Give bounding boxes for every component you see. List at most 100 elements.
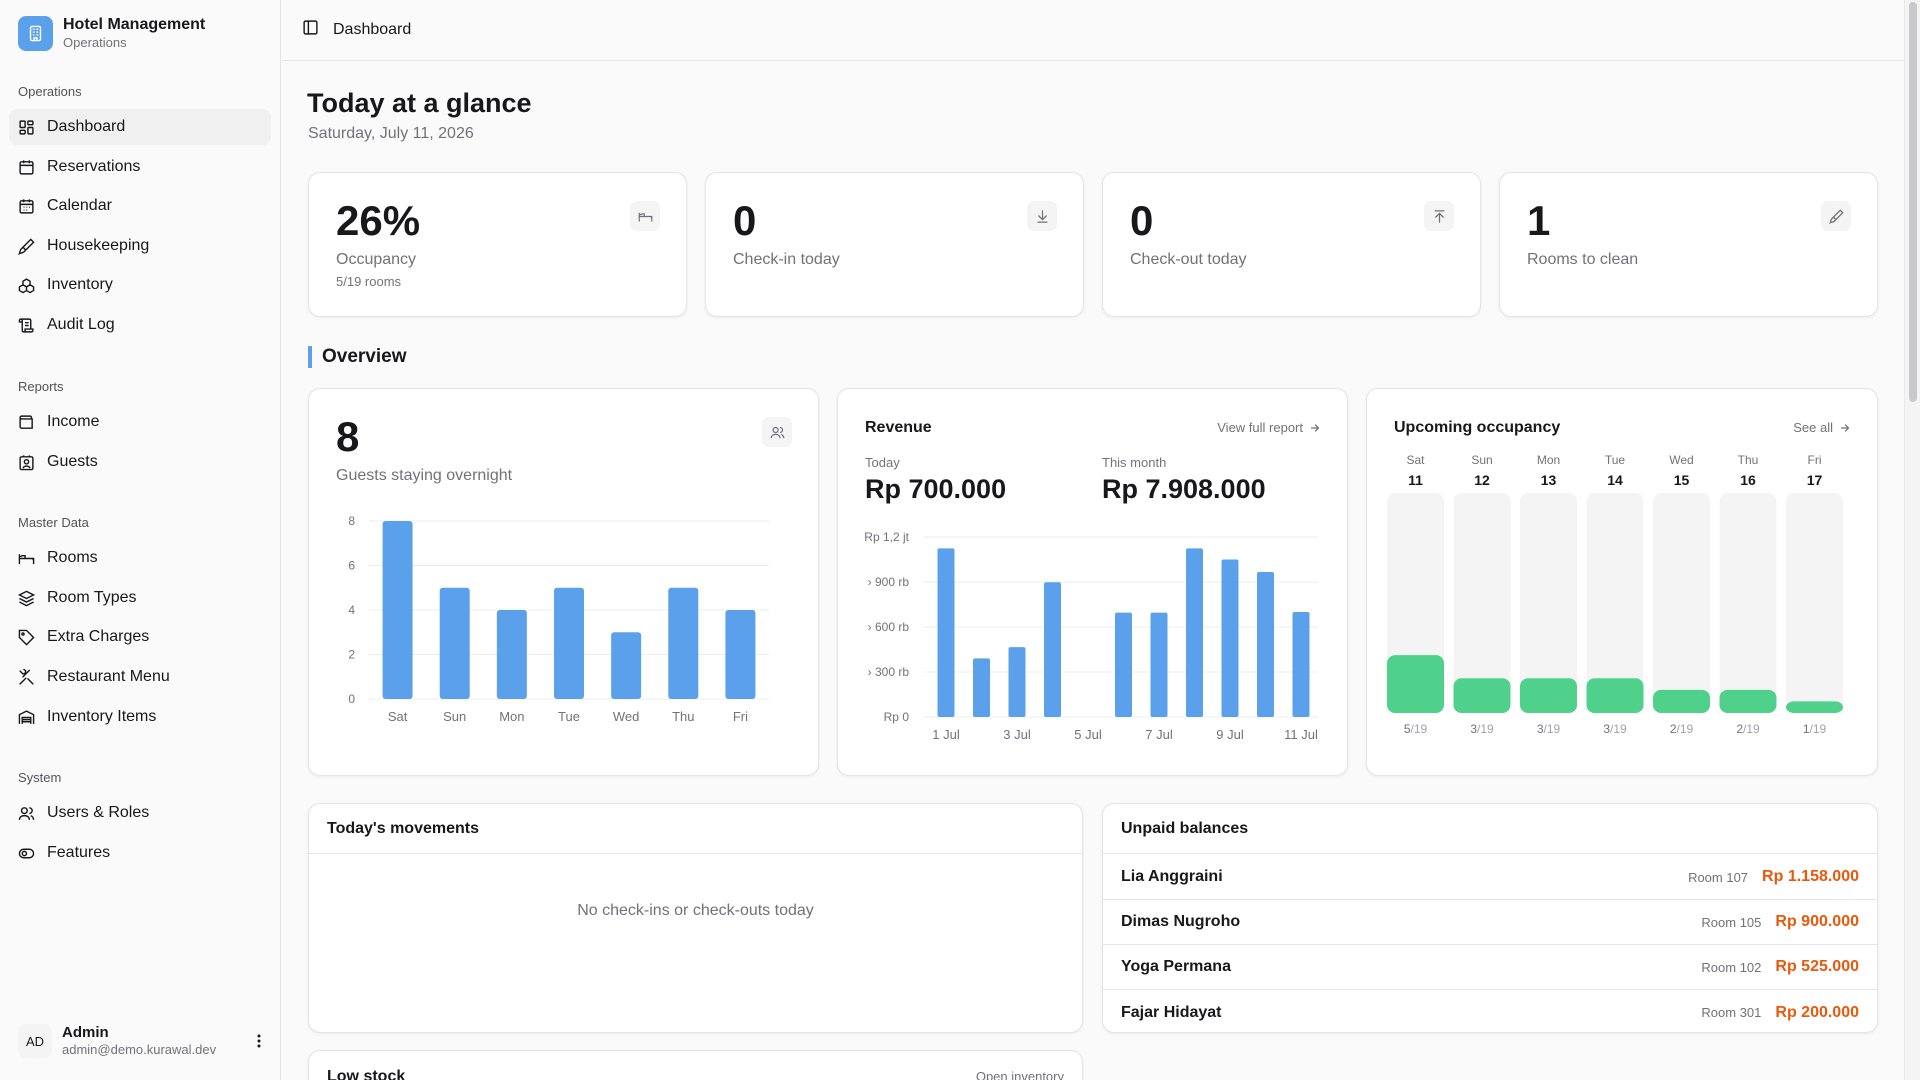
dashboard-icon [19,119,34,135]
balance-row[interactable]: Yoga Permana Room 102 Rp 525.000 [1103,945,1877,990]
balance-row[interactable]: Dimas Nugroho Room 105 Rp 900.000 [1103,900,1877,945]
sidebar-item-reservations[interactable]: Reservations [9,149,271,185]
low-stock-title: Low stock [327,1068,406,1080]
scroll-icon [18,317,34,333]
occupancy-track [1653,493,1710,713]
view-full-report-label: View full report [1217,420,1303,435]
bar [1186,548,1203,717]
wallet-icon [19,414,33,429]
y-tick-label: Rp 0 [884,710,910,724]
x-tick-label: 1 Jul [932,727,960,742]
revenue-chart: Rp 0 › 300 rb › 600 rb › 900 rb Rp 1,2 jt 1 J… [864,530,1318,742]
x-tick-label: Sun [443,709,466,724]
tag-icon [18,629,35,646]
balance-amount: Rp 525.000 [1775,958,1859,975]
users-icon [18,806,35,820]
balance-guest-name: Fajar Hidayat [1121,1003,1222,1021]
sidebar-item-users-roles[interactable]: Users & Roles [9,795,271,831]
sidebar-item-extra-charges[interactable]: Extra Charges [9,619,271,655]
sidebar-item-label: Housekeeping [47,237,150,254]
arrow-right-icon [1310,423,1320,432]
sidebar-item-label: Guests [47,453,98,470]
day-date-label: 17 [1807,472,1823,488]
stat-card-rooms-to-clean: 1 Rooms to clean [1499,172,1878,317]
occupancy-count-label: 2/19 [1670,722,1694,736]
nav-group-system: System [18,770,62,785]
scrollbar[interactable] [1904,0,1920,1080]
scrollbar-thumb[interactable] [1909,2,1917,402]
occupancy-bar [1453,678,1511,713]
balance-row[interactable]: Lia Anggraini Room 107 Rp 1.158.000 [1103,855,1877,900]
bar [382,521,413,699]
guests-label: Guests staying overnight [336,467,513,484]
stat-value: 0 [733,197,757,244]
more-vertical-icon[interactable] [250,1032,268,1050]
occupancy-count-label: 3/19 [1603,722,1627,736]
sidebar-item-label: Calendar [47,197,112,214]
day-of-week-label: Sun [1471,453,1492,467]
see-all-label: See all [1793,420,1833,435]
occupancy-bar [1520,678,1577,713]
bar [1044,582,1061,717]
x-tick-label: 3 Jul [1003,727,1031,742]
bar [496,610,527,699]
balance-amount: Rp 200.000 [1775,1003,1859,1021]
occupancy-count-label: 5/19 [1404,722,1428,736]
see-all-link[interactable]: See all [1793,420,1851,435]
sidebar-item-room-types[interactable]: Room Types [9,580,271,616]
movements-empty: No check-ins or check-outs today [577,902,814,919]
sidebar-item-features[interactable]: Features [9,835,271,871]
sidebar-item-rooms[interactable]: Rooms [9,540,271,576]
utensils-icon [19,668,34,685]
day-of-week-label: Wed [1669,453,1693,467]
revenue-today-value: Rp 700.000 [865,474,1007,504]
warehouse-icon [18,709,35,724]
guests-card: 8 Guests staying overnight 0 2 4 6 8 Sat Sun Mo… [308,388,819,776]
bar [1221,559,1239,717]
low-stock-card: Low stock Open inventory [308,1050,1083,1080]
sidebar-item-dashboard[interactable]: Dashboard [9,109,271,145]
sidebar-item-guests[interactable]: Guests [9,444,271,480]
bar [1150,612,1168,717]
sidebar: Hotel Management Operations Operations D… [0,0,281,1080]
balance-amount: Rp 1.158.000 [1762,868,1859,885]
occupancy-bar [1719,689,1777,713]
bar [1008,647,1026,717]
day-of-week-label: Sat [1406,453,1425,467]
sidebar-item-inventory[interactable]: Inventory [9,267,271,303]
calendar-icon [19,198,34,214]
stat-label: Check-out today [1130,251,1247,268]
day-date-label: 11 [1408,472,1423,488]
user-name: Admin [62,1024,109,1041]
sidebar-item-calendar[interactable]: Calendar [9,188,271,224]
sidebar-item-audit-log[interactable]: Audit Log [9,307,271,343]
y-tick-label: › 600 rb [868,620,910,634]
contact-icon [19,454,34,470]
toggle-icon [18,848,35,858]
occupancy-title: Upcoming occupancy [1394,419,1561,436]
bed-icon [630,201,660,231]
balance-row[interactable]: Fajar Hidayat Room 301 Rp 200.000 [1103,990,1877,1035]
open-inventory-link[interactable]: Open inventory [976,1069,1064,1080]
nav-group-master-data: Master Data [18,515,89,530]
revenue-today-label: Today [865,455,900,470]
occupancy-track [1786,493,1843,713]
stat-value: 1 [1527,197,1551,244]
brand[interactable]: Hotel Management Operations [18,15,205,51]
sidebar-item-housekeeping[interactable]: Housekeeping [9,228,271,264]
day-of-week-label: Thu [1738,453,1759,467]
occupancy-count-label: 2/19 [1736,722,1760,736]
brand-title: Hotel Management [63,16,206,33]
user-profile[interactable]: AD Admin admin@demo.kurawal.dev [18,1024,268,1058]
stat-card-checkout: 0 Check-out today [1102,172,1481,317]
sidebar-item-inventory-items[interactable]: Inventory Items [9,699,271,735]
topbar: Dashboard [282,0,1904,61]
sidebar-item-income[interactable]: Income [9,404,271,440]
sidebar-toggle-icon[interactable] [302,19,319,41]
x-tick-label: 7 Jul [1145,727,1173,742]
stat-label: Rooms to clean [1527,251,1639,268]
y-tick-label: › 300 rb [868,665,910,679]
view-full-report-link[interactable]: View full report [1217,420,1321,435]
bed-icon [18,553,35,564]
sidebar-item-restaurant-menu[interactable]: Restaurant Menu [9,659,271,695]
